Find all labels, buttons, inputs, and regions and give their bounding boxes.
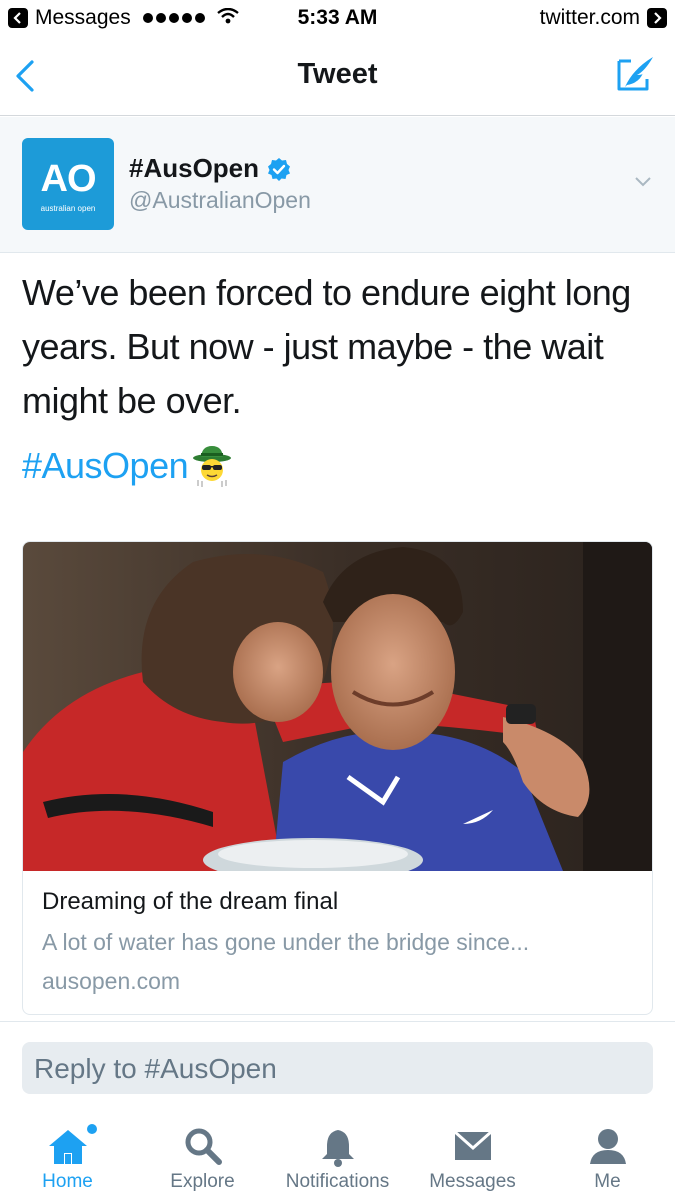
tab-notifications-label: Notifications [285,1171,390,1192]
card-photo [23,542,652,871]
author-handle[interactable]: @AustralianOpen [129,187,311,214]
tab-home[interactable]: Home [0,1110,135,1200]
reply-input[interactable]: Reply to #AusOpen [22,1042,653,1094]
card-title: Dreaming of the dream final [42,888,339,915]
new-content-dot [87,1124,97,1134]
hashtag-link[interactable]: #AusOpen [22,445,189,487]
author-name-text: #AusOpen [129,153,260,183]
envelope-icon [453,1130,492,1160]
reply-placeholder: Reply to #AusOpen [34,1053,277,1084]
tab-messages-label: Messages [429,1171,516,1192]
avatar[interactable]: AO australian open [22,138,114,230]
tweet-options-button[interactable] [633,171,653,191]
tab-notifications[interactable]: Notifications [270,1110,405,1200]
tab-explore-label: Explore [170,1171,235,1192]
home-icon [48,1130,87,1164]
link-card[interactable]: Dreaming of the dream final A lot of wat… [22,541,653,1015]
tweet-text: We’ve been forced to endure eight long y… [22,272,631,421]
search-icon [185,1128,222,1165]
avatar-logo-subtext: australian open [40,204,96,213]
divider [0,1021,675,1022]
tab-messages[interactable]: Messages [405,1110,540,1200]
tab-bar: Home Explore Notifications Messages Me [0,1110,675,1200]
compose-quill-icon [617,57,653,91]
verified-badge-icon [268,157,291,181]
author-name[interactable]: #AusOpen [129,153,291,184]
cowboy-sunglasses-emoji-icon [193,446,232,487]
person-icon [589,1129,626,1164]
tweet-author-header: AO australian open #AusOpen @AustralianO… [0,117,675,253]
forward-to-site-button[interactable]: twitter.com [540,6,667,30]
hashtag-line: #AusOpen [22,444,232,488]
card-description: A lot of water has gone under the bridge… [42,929,530,955]
bell-icon [321,1130,354,1167]
card-domain: ausopen.com [42,968,181,994]
navigation-bar: Tweet [0,36,675,116]
chevron-down-icon [635,177,651,187]
tab-explore[interactable]: Explore [135,1110,270,1200]
avatar-logo-text: AO [40,158,97,200]
status-bar: Messages 5:33 AM twitter.com [0,0,675,36]
tab-home-label: Home [42,1171,93,1192]
tab-me-label: Me [594,1171,621,1192]
site-label: twitter.com [539,6,640,29]
page-title: Tweet [297,58,378,90]
compose-tweet-button[interactable] [615,53,657,95]
forward-arrow-icon [647,8,667,28]
tab-me[interactable]: Me [540,1110,675,1200]
